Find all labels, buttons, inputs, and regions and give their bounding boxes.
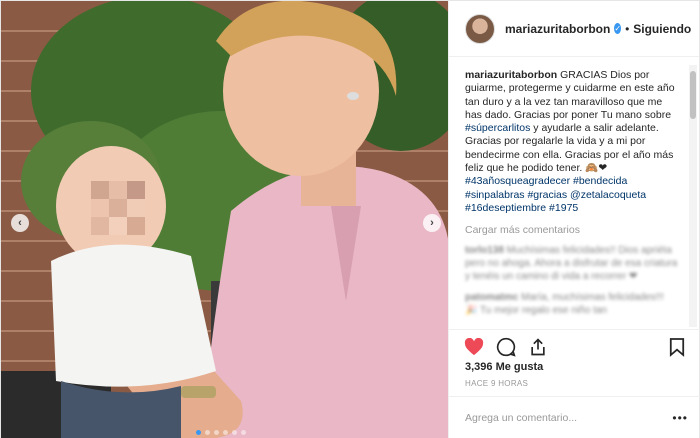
post-header: mariazuritaborbon ✓ • Siguiendo (449, 1, 699, 57)
carousel-dot (214, 430, 219, 435)
caption-hashtags[interactable]: #43añosqueagradecer #bendecida #sinpalab… (465, 175, 646, 214)
load-more-comments-link[interactable]: Cargar más comentarios (465, 224, 678, 236)
comment-input[interactable] (465, 412, 673, 424)
chevron-right-icon: › (430, 217, 434, 229)
likes-count[interactable]: 3,396 Me gusta (465, 361, 543, 373)
header-username[interactable]: mariazuritaborbon (505, 22, 610, 36)
caption-hashtag-supercarlitos[interactable]: #súpercarlitos (465, 122, 530, 134)
chevron-left-icon: ‹ (18, 217, 22, 229)
more-options-icon[interactable]: ••• (672, 411, 688, 425)
comments-section: mariazuritaborbon GRACIAS Dios por guiar… (449, 58, 688, 328)
following-button[interactable]: Siguiendo (633, 22, 691, 36)
post-timestamp: HACE 9 HORAS (465, 379, 529, 388)
carousel-dot (241, 430, 246, 435)
carousel-dot (232, 430, 237, 435)
caption-username[interactable]: mariazuritaborbon (465, 69, 557, 81)
previous-photo-arrow[interactable]: ‹ (11, 214, 29, 232)
header-separator: • (625, 21, 630, 36)
heart-icon[interactable] (463, 336, 485, 358)
next-photo-arrow[interactable]: › (423, 214, 441, 232)
carousel-indicator (196, 430, 246, 435)
verified-badge-icon: ✓ (614, 23, 622, 34)
carousel-dot (196, 430, 201, 435)
share-icon[interactable] (527, 336, 549, 358)
comment-item: patomatmc María, muchísimas felicidades!… (465, 291, 678, 317)
bookmark-icon[interactable] (666, 336, 688, 358)
avatar[interactable] (465, 13, 495, 44)
post-caption: mariazuritaborbon GRACIAS Dios por guiar… (465, 69, 678, 215)
post-photo[interactable]: ‹ › (1, 1, 448, 438)
photo-illustration (1, 1, 448, 438)
comment-username[interactable]: patomatmc (465, 292, 518, 303)
scrollbar-thumb[interactable] (690, 71, 696, 119)
add-comment-bar: ••• (449, 396, 700, 438)
instagram-post: ‹ › mariazuritaborbon ✓ • Siguiendo mari… (0, 0, 700, 438)
action-bar (449, 329, 700, 363)
comment-icon[interactable] (495, 336, 517, 358)
carousel-dot (205, 430, 210, 435)
comment-username[interactable]: torlo138 (465, 245, 504, 256)
carousel-dot (223, 430, 228, 435)
post-side-panel: mariazuritaborbon ✓ • Siguiendo mariazur… (448, 1, 700, 438)
comment-item: torlo138 Muchísimas felicidades!! Dios a… (465, 244, 678, 283)
comments-scrollbar[interactable] (689, 65, 697, 327)
